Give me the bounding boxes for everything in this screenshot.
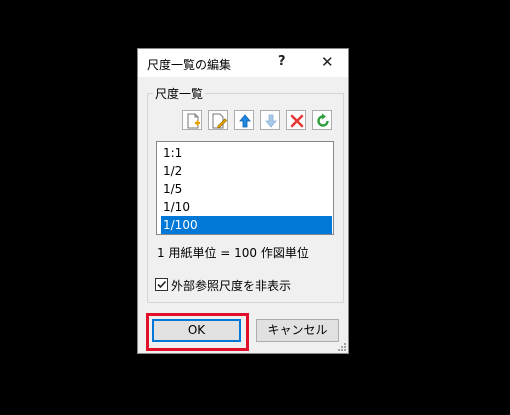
list-item[interactable]: 1/5 [161, 180, 332, 198]
refresh-icon [317, 113, 329, 127]
new-scale-button[interactable] [182, 110, 202, 130]
cancel-button[interactable]: キャンセル [256, 319, 339, 342]
ok-button[interactable]: OK [152, 319, 241, 342]
reset-button[interactable] [312, 110, 332, 130]
delete-x-icon [290, 114, 304, 128]
checkmark-icon [157, 280, 167, 289]
arrow-up-icon [239, 114, 251, 128]
hide-xref-scales-checkbox[interactable] [155, 278, 168, 291]
hide-xref-scales-label[interactable]: 外部参照尺度を非表示 [171, 277, 291, 294]
title-bar: 尺度一覧の編集 ? ✕ [138, 49, 348, 77]
move-down-button[interactable] [260, 110, 280, 130]
unit-ratio-text: 1 用紙単位 = 100 作図単位 [157, 246, 309, 260]
list-item-selected[interactable]: 1/100 [161, 216, 332, 234]
resize-grip-icon[interactable] [337, 342, 347, 352]
scale-list-edit-dialog: 尺度一覧の編集 ? ✕ 尺度一覧 1:1 1/2 1/5 1/10 1/100 … [137, 48, 349, 354]
arrow-down-icon [265, 114, 277, 128]
edit-scale-button[interactable] [208, 110, 228, 130]
list-item[interactable]: 1:1 [161, 144, 332, 162]
new-document-icon [187, 113, 200, 129]
dialog-title: 尺度一覧の編集 [147, 58, 232, 72]
delete-scale-button[interactable] [286, 110, 306, 130]
edit-document-icon [212, 113, 227, 129]
move-up-button[interactable] [234, 110, 254, 130]
help-button[interactable]: ? [278, 54, 286, 69]
scale-listbox[interactable]: 1:1 1/2 1/5 1/10 1/100 [156, 141, 334, 235]
list-item[interactable]: 1/2 [161, 162, 332, 180]
group-label: 尺度一覧 [153, 85, 206, 102]
list-item[interactable]: 1/10 [161, 198, 332, 216]
close-button[interactable]: ✕ [321, 53, 334, 71]
